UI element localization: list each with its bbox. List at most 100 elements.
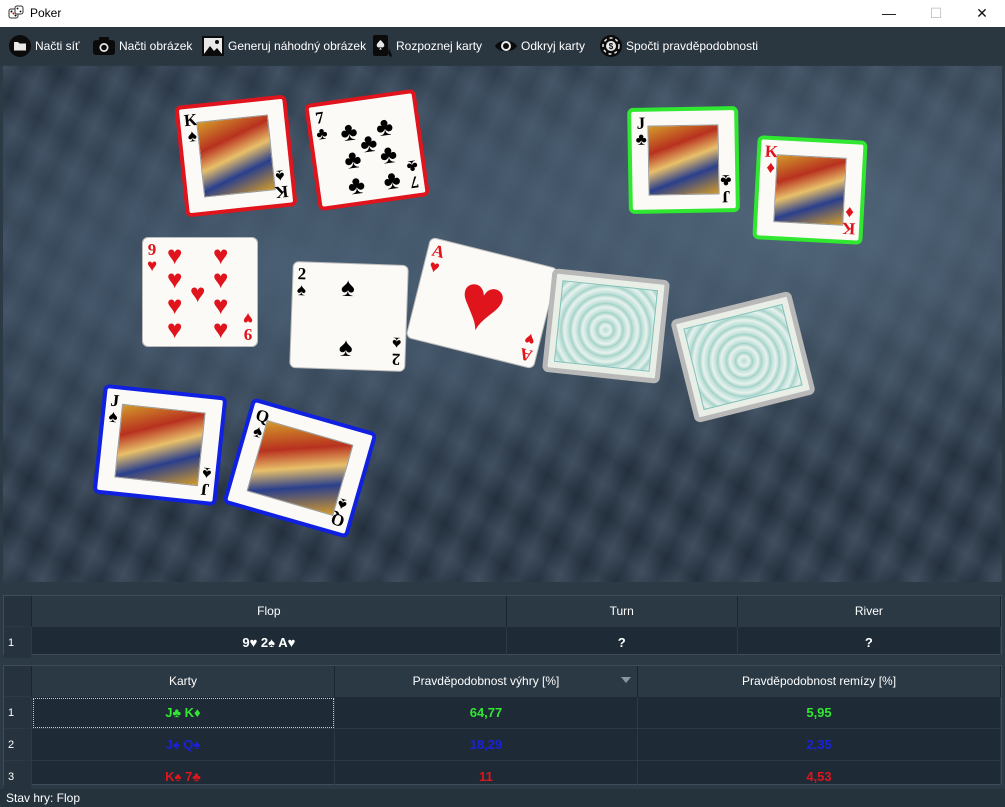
- club-icon: ♣: [338, 115, 360, 148]
- card-rank: J: [721, 187, 731, 207]
- card-corner: J ♠: [107, 391, 120, 427]
- recognize-cards-button[interactable]: Rozpoznej karty: [371, 34, 482, 58]
- dice-icon: [8, 5, 24, 19]
- card-corner: K ♦: [841, 202, 856, 239]
- load-network-button[interactable]: Načti síť: [8, 34, 80, 58]
- tie-probability-cell[interactable]: 2,35: [637, 728, 1001, 761]
- heart-icon: ♥: [448, 254, 516, 352]
- card-suit: ♦: [844, 202, 855, 223]
- card-k-spades: K ♠ K ♠: [174, 94, 298, 218]
- card-suit: ♠: [391, 333, 402, 353]
- card-q-spades: Q ♠ Q ♠: [222, 397, 378, 539]
- card-corner: J ♣: [720, 171, 732, 207]
- card-ace-hearts: A ♥ ♥ A ♥: [405, 236, 559, 370]
- card-suit: ♣: [635, 129, 647, 149]
- river-cell[interactable]: ?: [737, 626, 1002, 658]
- club-icon: ♣: [357, 126, 380, 159]
- card-suit: ♣: [720, 171, 732, 191]
- compute-probabilities-label: Spočti pravděpodobnosti: [626, 39, 759, 53]
- club-icon: ♣: [345, 168, 367, 201]
- column-header-tie-probability[interactable]: Pravděpodobnost remízy [%]: [637, 666, 1001, 697]
- card-corner: A ♥: [517, 328, 538, 366]
- card-suit: ♠: [107, 406, 119, 427]
- eye-icon: [495, 40, 517, 52]
- turn-cell[interactable]: ?: [506, 626, 738, 658]
- card-corner: 9 ♥: [147, 241, 158, 275]
- load-image-button[interactable]: Načti obrázek: [92, 34, 192, 58]
- tie-probability-cell[interactable]: 5,95: [637, 696, 1001, 729]
- table-photo: K ♠ K ♠ 7 ♣ ♣ ♣ ♣ ♣ ♣ ♣ ♣ 7 ♣ J ♣ J ♣ K ♦ K ♦ 9 ♥…: [3, 66, 1002, 582]
- players-table: Karty Pravděpodobnost výhry [%] Pravděpo…: [3, 665, 1002, 792]
- heart-icon: ♥: [167, 314, 183, 344]
- row-number[interactable]: 1: [4, 626, 32, 658]
- club-icon: ♣: [373, 110, 395, 143]
- minimize-button[interactable]: —: [866, 0, 912, 27]
- tie-probability-cell[interactable]: 4,53: [637, 760, 1001, 792]
- player-cards-cell[interactable]: K♠ 7♣: [31, 760, 335, 792]
- card-suit: ♣: [405, 156, 419, 177]
- card-rank: 9: [243, 325, 253, 344]
- card-corner: A ♥: [426, 241, 446, 278]
- table-row[interactable]: 1 9♥ 2♠ A♥ ? ?: [4, 626, 1002, 658]
- flop-cell[interactable]: 9♥ 2♠ A♥: [31, 626, 507, 658]
- status-bar: Stav hry: Flop: [0, 789, 1005, 807]
- poker-chip-icon: $: [600, 35, 622, 57]
- toolbar: Načti síť Načti obrázek Generuj náhodný …: [0, 27, 1005, 65]
- card-suit: ♣: [315, 123, 329, 144]
- player-cards-cell[interactable]: J♣ K♦: [31, 696, 335, 729]
- card-corner: J ♠: [200, 463, 213, 500]
- row-number[interactable]: 2: [4, 728, 32, 761]
- card-suit: ♠: [201, 463, 213, 484]
- card-j-clubs: J ♣ J ♣: [627, 106, 740, 214]
- column-header-cards[interactable]: Karty: [31, 666, 335, 697]
- table-row[interactable]: 1 J♣ K♦ 64,77 5,95: [4, 696, 1001, 729]
- card-suit: ♥: [427, 256, 442, 278]
- player-cards-cell[interactable]: J♠ Q♠: [31, 728, 335, 761]
- column-header-flop[interactable]: Flop: [31, 596, 507, 627]
- card-suit: ♥: [522, 328, 537, 350]
- win-probability-cell[interactable]: 18,29: [334, 728, 638, 761]
- card-rank: K: [841, 218, 856, 239]
- card-back-art: [683, 303, 803, 411]
- close-button[interactable]: ✕: [959, 0, 1005, 27]
- generate-random-image-label: Generuj náhodný obrázek: [228, 39, 367, 53]
- card-corner: 7 ♣: [405, 156, 421, 192]
- row-number[interactable]: 1: [4, 696, 32, 729]
- table-row[interactable]: 2 J♠ Q♠ 18,29 2,35: [4, 728, 1001, 761]
- table-corner[interactable]: [4, 596, 32, 627]
- card-corner: J ♣: [635, 114, 647, 149]
- heart-icon: ♥: [213, 314, 229, 344]
- card-suit: ♥: [147, 256, 158, 275]
- column-header-win-probability[interactable]: Pravděpodobnost výhry [%]: [334, 666, 638, 697]
- table-row[interactable]: 3 K♠ 7♣ 11 4,53: [4, 760, 1001, 792]
- reveal-cards-button[interactable]: Odkryj karty: [494, 34, 585, 58]
- title-bar: Poker — ☐ ✕: [0, 0, 1005, 27]
- column-header-river[interactable]: River: [737, 596, 1002, 627]
- camera-icon: [93, 37, 115, 55]
- card-suit: ♠: [335, 494, 349, 515]
- win-probability-cell[interactable]: 64,77: [334, 696, 638, 729]
- card-j-spades: J ♠ J ♠: [92, 383, 228, 507]
- board-table: Flop Turn River 1 9♥ 2♠ A♥ ? ?: [3, 595, 1002, 658]
- reveal-cards-label: Odkryj karty: [521, 39, 586, 53]
- card-suit: ♠: [296, 280, 307, 300]
- load-image-label: Načti obrázek: [119, 39, 193, 53]
- column-header-win-label: Pravděpodobnost výhry [%]: [412, 674, 560, 688]
- card-9-hearts: 9 ♥ ♥ ♥ ♥ ♥ ♥ ♥ ♥ ♥ ♥ 9 ♥: [142, 237, 258, 347]
- row-number[interactable]: 3: [4, 760, 32, 792]
- card-face-art: [114, 403, 206, 487]
- card-face-art: [196, 114, 276, 198]
- svg-text:$: $: [609, 42, 614, 51]
- maximize-button[interactable]: ☐: [913, 0, 959, 27]
- card-corner: K ♠: [272, 166, 289, 202]
- table-corner[interactable]: [4, 666, 32, 697]
- card-face-art: [773, 154, 847, 226]
- card-suit: ♠: [274, 166, 286, 186]
- spade-icon: ♠: [340, 271, 356, 303]
- generate-random-image-button[interactable]: Generuj náhodný obrázek: [201, 34, 366, 58]
- column-header-turn[interactable]: Turn: [506, 596, 738, 627]
- compute-probabilities-button[interactable]: $ Spočti pravděpodobnosti: [599, 34, 758, 58]
- win-probability-cell[interactable]: 11: [334, 760, 638, 792]
- card-2-spades: 2 ♠ ♠ ♠ 2 ♠: [289, 261, 409, 372]
- heart-icon: ♥: [190, 278, 206, 308]
